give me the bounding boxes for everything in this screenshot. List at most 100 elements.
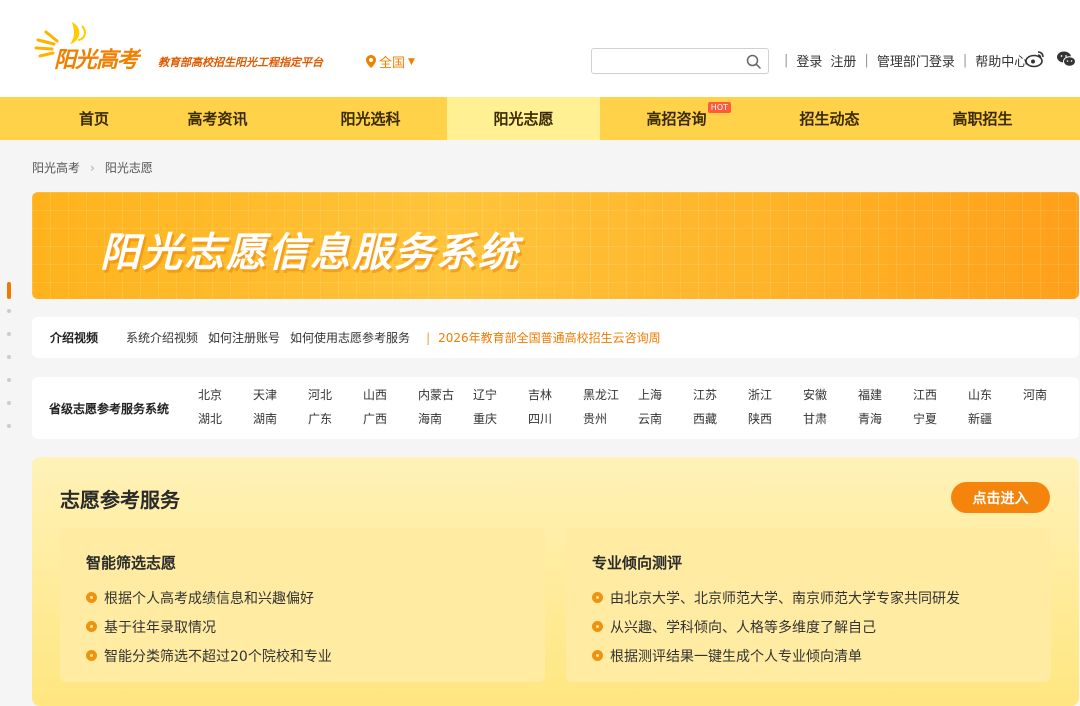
province-link[interactable]: 新疆: [968, 410, 1023, 434]
province-link[interactable]: 河北: [308, 386, 363, 410]
site-logo[interactable]: 阳光高考 教育部高校招生阳光工程指定平台: [32, 20, 323, 73]
breadcrumb: 阳光高考 › 阳光志愿: [32, 159, 153, 176]
intro-video-link[interactable]: 如何使用志愿参考服务: [290, 329, 410, 346]
province-link[interactable]: 四川: [528, 410, 583, 434]
caret-down-icon: ▼: [408, 56, 415, 67]
intro-video-link[interactable]: 如何注册账号: [208, 329, 280, 346]
province-link[interactable]: 宁夏: [913, 410, 968, 434]
main-nav: 首页 高考资讯 阳光选科 阳光志愿 高招咨询 HOT 招生动态 高职招生: [0, 97, 1080, 140]
bullet-icon: [592, 621, 603, 632]
chevron-right-icon: ›: [90, 160, 95, 175]
location-pin-icon: [366, 55, 376, 68]
hero-banner: 阳光志愿信息服务系统: [32, 192, 1079, 299]
divider: |: [864, 53, 869, 68]
wechat-icon[interactable]: [1056, 50, 1076, 68]
intro-video-label: 介绍视频: [50, 331, 99, 345]
nav-consultation[interactable]: 高招咨询 HOT: [600, 97, 753, 140]
side-scroll-indicator: [7, 282, 15, 447]
bullet-icon: [592, 650, 603, 661]
nav-admission-news[interactable]: 招生动态: [753, 97, 906, 140]
side-indicator-dot[interactable]: [7, 355, 11, 359]
logo-subtitle: 教育部高校招生阳光工程指定平台: [158, 56, 323, 69]
nav-vocational[interactable]: 高职招生: [906, 97, 1059, 140]
search-box: [591, 48, 769, 74]
province-link[interactable]: 江苏: [693, 386, 748, 410]
list-item: 根据测评结果一键生成个人专业倾向清单: [592, 641, 960, 670]
breadcrumb-root[interactable]: 阳光高考: [32, 159, 80, 176]
province-list: 北京 天津 河北 山西 内蒙古 辽宁 吉林 黑龙江 上海 江苏 浙江 安徽 福建 江西 山东 河南湖北 湖南 广东…: [198, 386, 1078, 434]
nav-news[interactable]: 高考资讯: [141, 97, 294, 140]
register-link[interactable]: 注册: [830, 51, 856, 70]
side-indicator-dot[interactable]: [7, 378, 11, 382]
side-indicator-dot[interactable]: [7, 309, 11, 313]
side-indicator-dot[interactable]: [7, 401, 11, 405]
nav-volunteer[interactable]: 阳光志愿: [447, 97, 600, 140]
consultation-week-link[interactable]: 2026年教育部全国普通高校招生云咨询周: [438, 329, 661, 346]
bullet-icon: [86, 592, 97, 603]
province-link[interactable]: 湖南: [253, 410, 308, 434]
weibo-icon[interactable]: [1025, 50, 1045, 68]
list-item: 基于往年录取情况: [86, 612, 332, 641]
divider: |: [426, 330, 431, 345]
province-link[interactable]: 海南: [418, 410, 473, 434]
bullet-icon: [86, 650, 97, 661]
side-indicator-dot[interactable]: [7, 332, 11, 336]
province-link[interactable]: 贵州: [583, 410, 638, 434]
logo-title: 阳光高考: [54, 47, 139, 73]
service-title: 志愿参考服务: [60, 488, 180, 512]
intro-video-link[interactable]: 系统介绍视频: [126, 329, 198, 346]
province-link[interactable]: 河南: [1023, 386, 1078, 410]
province-systems-label: 省级志愿参考服务系统: [49, 402, 170, 416]
province-systems: 省级志愿参考服务系统 北京 天津 河北 山西 内蒙古 辽宁 吉林 黑龙江 上海 江苏 浙江 安徽 福建江…: [32, 377, 1079, 439]
site-header: 阳光高考 教育部高校招生阳光工程指定平台 全国 ▼ | 登录 注册 | 管理部门…: [0, 0, 1080, 97]
province-link[interactable]: 黑龙江: [583, 386, 638, 410]
province-link[interactable]: 广西: [363, 410, 418, 434]
bullet-icon: [86, 621, 97, 632]
bullet-icon: [592, 592, 603, 603]
province-link[interactable]: 西藏: [693, 410, 748, 434]
breadcrumb-current: 阳光志愿: [104, 161, 153, 175]
province-link[interactable]: 福建: [858, 386, 913, 410]
nav-subject-selection[interactable]: 阳光选科: [294, 97, 447, 140]
province-link[interactable]: 安徽: [803, 386, 858, 410]
hot-badge: HOT: [707, 102, 731, 113]
login-link[interactable]: 登录: [796, 51, 822, 70]
side-indicator-active[interactable]: [7, 282, 11, 299]
banner-title: 阳光志愿信息服务系统: [100, 230, 520, 276]
province-link[interactable]: 山东: [968, 386, 1023, 410]
province-link[interactable]: 辽宁: [473, 386, 528, 410]
location-label: 全国: [379, 56, 406, 71]
location-selector[interactable]: 全国 ▼: [366, 52, 415, 71]
province-link[interactable]: 云南: [638, 410, 693, 434]
smart-filter-card[interactable]: 智能筛选志愿 根据个人高考成绩信息和兴趣偏好 基于往年录取情况 智能分类筛选不超…: [60, 528, 545, 682]
province-link[interactable]: 陕西: [748, 410, 803, 434]
list-item: 智能分类筛选不超过20个院校和专业: [86, 641, 332, 670]
search-input[interactable]: [592, 49, 732, 73]
province-link[interactable]: 内蒙古: [418, 386, 473, 410]
card-title: 智能筛选志愿: [86, 554, 177, 572]
major-assessment-card[interactable]: 专业倾向测评 由北京大学、北京师范大学、南京师范大学专家共同研发 从兴趣、学科倾…: [566, 528, 1051, 682]
province-link[interactable]: 北京: [198, 386, 253, 410]
province-link[interactable]: 广东: [308, 410, 363, 434]
province-link[interactable]: 上海: [638, 386, 693, 410]
volunteer-service-panel: 志愿参考服务 点击进入 智能筛选志愿 根据个人高考成绩信息和兴趣偏好 基于往年录…: [32, 457, 1079, 706]
help-center-link[interactable]: 帮助中心: [975, 51, 1027, 70]
list-item: 由北京大学、北京师范大学、南京师范大学专家共同研发: [592, 583, 960, 612]
province-link[interactable]: 重庆: [473, 410, 528, 434]
nav-consultation-label: 高招咨询: [646, 110, 707, 128]
province-link[interactable]: 吉林: [528, 386, 583, 410]
search-icon[interactable]: [746, 54, 761, 69]
admin-login-link[interactable]: 管理部门登录: [877, 51, 955, 70]
province-link[interactable]: 天津: [253, 386, 308, 410]
enter-button[interactable]: 点击进入: [951, 482, 1050, 513]
province-link[interactable]: 甘肃: [803, 410, 858, 434]
nav-home[interactable]: 首页: [47, 97, 141, 140]
province-link[interactable]: 青海: [858, 410, 913, 434]
top-links: | 登录 注册 | 管理部门登录 | 帮助中心: [776, 51, 1027, 70]
province-link[interactable]: 江西: [913, 386, 968, 410]
side-indicator-dot[interactable]: [7, 424, 11, 428]
province-link[interactable]: 山西: [363, 386, 418, 410]
province-link[interactable]: 浙江: [748, 386, 803, 410]
province-link[interactable]: 湖北: [198, 410, 253, 434]
divider: |: [784, 53, 789, 68]
